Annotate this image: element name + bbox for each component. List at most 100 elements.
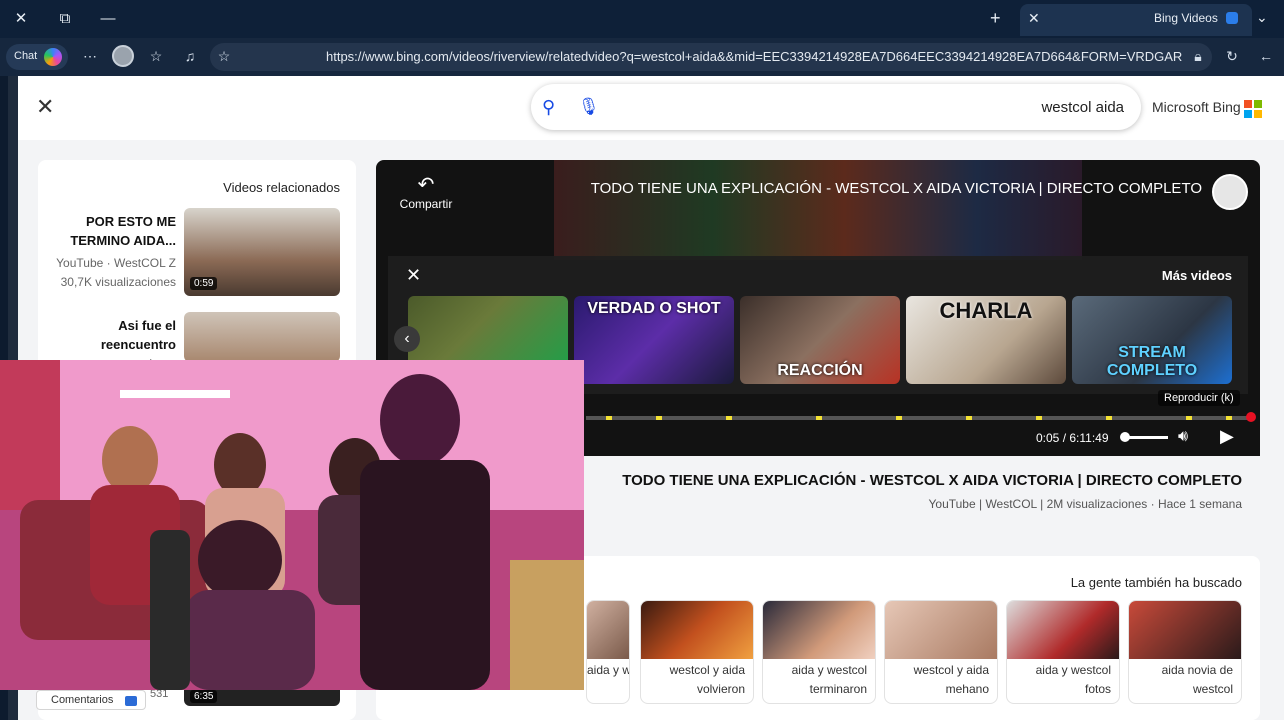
more-icon[interactable]: ⋯ [80, 46, 100, 66]
share-label: Compartir [399, 197, 453, 211]
related-search-label: aida novia de westcol [1161, 663, 1233, 696]
minimize-window-icon[interactable]: — [97, 8, 119, 30]
add-favorite-icon[interactable]: ☆ [214, 46, 234, 66]
search-icon[interactable]: ⚲ [542, 97, 555, 118]
channel-avatar[interactable] [1212, 174, 1248, 210]
related-search-label: westcol y aida volvieron [669, 663, 745, 696]
player-title[interactable]: TODO TIENE UNA EXPLICACIÓN - WESTCOL X A… [420, 180, 1202, 197]
person-head [198, 520, 282, 600]
microsoft-logo-icon[interactable] [1244, 100, 1262, 118]
related-videos-title: Videos relacionados [223, 180, 340, 195]
related-search-card[interactable]: westcol y aida mehano [884, 600, 998, 704]
more-video-card[interactable]: CHARLA [906, 296, 1066, 384]
time-display: 0:05 / 6:11:49 [1036, 431, 1109, 445]
chapter-marker [896, 416, 902, 420]
volume-icon[interactable]: 🔊︎ [1178, 428, 1188, 446]
chapter-marker [606, 416, 612, 420]
volume-knob[interactable] [1120, 432, 1130, 442]
chapter-marker [1106, 416, 1112, 420]
logo-square [1254, 110, 1262, 118]
comments-label: Comentarios [51, 694, 114, 706]
tab-close-icon[interactable]: ✕ [1028, 10, 1040, 27]
related-search-label: aida y westcol fotos [1035, 663, 1111, 696]
restore-window-icon[interactable]: ⧉ [54, 8, 76, 30]
close-window-icon[interactable]: ✕ [10, 8, 32, 30]
related-video-source: YouTube · WestCOL Z [56, 256, 176, 270]
more-video-card[interactable]: STREAM COMPLETO [1072, 296, 1232, 384]
related-search-image [1007, 601, 1119, 659]
related-search-card[interactable]: westcol y aida volvieron [640, 600, 754, 704]
play-icon[interactable]: ▶ [1220, 426, 1234, 447]
chapter-marker [1226, 416, 1232, 420]
video-frame[interactable] [554, 160, 1082, 260]
video-title[interactable]: TODO TIENE UNA EXPLICACIÓN - WESTCOL X A… [600, 472, 1242, 489]
microphone-icon[interactable]: 🎙︎ [578, 97, 600, 117]
chapter-marker [1186, 416, 1192, 420]
bing-favicon-icon [1226, 12, 1238, 24]
related-search-image [1129, 601, 1241, 659]
back-icon[interactable]: ← [1256, 46, 1276, 66]
lock-icon[interactable]: 🔒︎ [1188, 46, 1208, 66]
related-search-card[interactable]: aida y westcol fotos [1006, 600, 1120, 704]
chat-label: Chat [14, 50, 38, 62]
search-input[interactable]: westcol aida [880, 99, 1124, 116]
chevron-down-icon[interactable]: ⌄ [1256, 9, 1268, 26]
chapter-marker [966, 416, 972, 420]
close-icon[interactable]: ✕ [406, 265, 421, 286]
video-meta: YouTube | WestCOL | 2M visualizaciones ·… [928, 497, 1243, 511]
chapter-marker [726, 416, 732, 420]
more-video-caption: CHARLA [939, 298, 1033, 323]
chevron-left-icon[interactable]: ‹ [394, 326, 420, 352]
comments-button[interactable]: Comentarios [36, 690, 146, 710]
duration-badge: 6:35 [190, 690, 218, 703]
chat-button[interactable]: Chat [6, 44, 68, 70]
new-tab-icon[interactable]: + [990, 8, 1001, 29]
related-search-label: aida y westcol terminaron [791, 663, 867, 696]
favorites-icon[interactable]: ☆ [146, 46, 166, 66]
related-video-views: 30,7K visualizaciones [60, 275, 176, 289]
person-body [360, 460, 490, 690]
related-thumbnail[interactable]: 0:59 [184, 208, 340, 296]
progress-scrubber[interactable] [1246, 412, 1256, 422]
progress-bar[interactable] [586, 416, 1250, 420]
more-video-card[interactable]: VERDAD O SHOT [574, 296, 734, 384]
gaming-chair [150, 530, 190, 690]
duration-badge: 0:59 [190, 277, 218, 290]
person-head [214, 433, 266, 497]
related-video-title[interactable]: POR ESTO ME TERMINO AIDA... [56, 212, 176, 250]
webcam-overlay [0, 360, 584, 690]
chapter-marker [1036, 416, 1042, 420]
logo-square [1244, 100, 1252, 108]
more-video-caption: STREAM COMPLETO [1106, 344, 1198, 379]
play-tooltip: Reproducir (k) [1158, 390, 1240, 406]
related-thumbnail[interactable] [184, 312, 340, 362]
related-search-label: westcol y aida mehano [913, 663, 989, 696]
profile-avatar[interactable] [112, 45, 134, 67]
share-button[interactable]: ↶ Compartir [386, 172, 466, 211]
brand-name[interactable]: Microsoft Bing [1152, 99, 1241, 115]
close-icon[interactable]: ✕ [36, 96, 58, 118]
related-search-card[interactable]: aida y westcol ruptura [586, 600, 630, 704]
refresh-icon[interactable]: ↻ [1222, 46, 1242, 66]
related-search-image [641, 601, 753, 659]
related-search-card[interactable]: aida novia de westcol [1128, 600, 1242, 704]
more-video-caption: VERDAD O SHOT [587, 300, 721, 317]
volume-slider[interactable] [1124, 436, 1168, 439]
logo-square [1254, 100, 1262, 108]
copilot-icon [44, 48, 62, 66]
more-video-card[interactable]: REACCIÓN [740, 296, 900, 384]
poster [0, 360, 60, 510]
share-icon: ↶ [417, 174, 435, 196]
logo-square [1244, 110, 1252, 118]
tab-title: Bing Videos [1154, 11, 1218, 25]
reading-view-icon[interactable]: ♫ [180, 46, 200, 66]
related-search-card[interactable]: aida y westcol terminaron [762, 600, 876, 704]
shelf [120, 390, 230, 398]
person-body [185, 590, 315, 690]
url-text[interactable]: https://www.bing.com/videos/riverview/re… [326, 49, 1186, 64]
person-head [380, 374, 460, 466]
plant [510, 560, 584, 690]
people-also-searched-title: La gente también ha buscado [1070, 575, 1242, 590]
chapter-marker [656, 416, 662, 420]
more-videos-title: Más videos [1161, 268, 1232, 283]
